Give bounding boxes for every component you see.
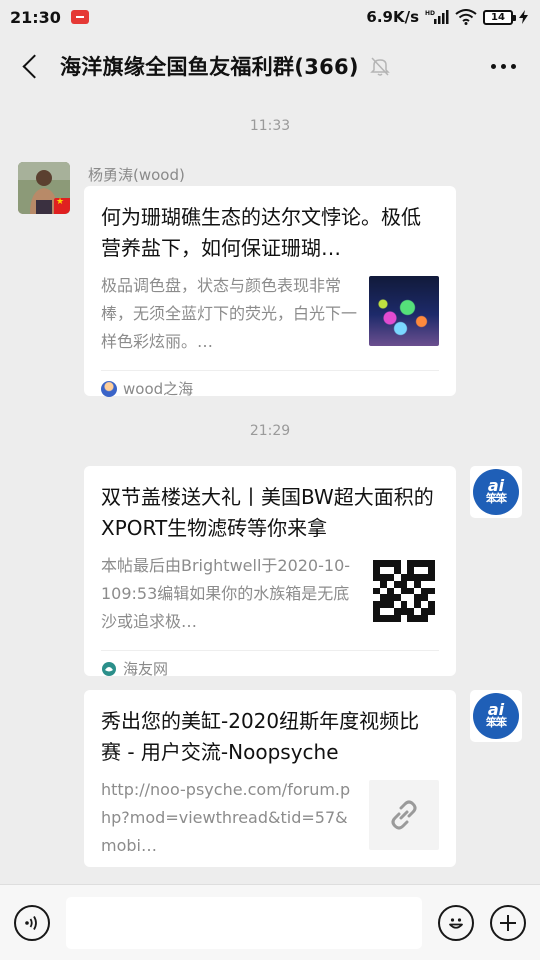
- qr-code-thumbnail: [369, 556, 439, 626]
- smiley-icon: [449, 917, 463, 929]
- charging-icon: [519, 10, 528, 24]
- signal-icon: HD: [425, 10, 449, 24]
- wifi-icon: [455, 9, 477, 25]
- card-title: 秀出您的美缸-2020纽斯年度视频比赛 - 用户交流-Noopsyche: [101, 709, 420, 764]
- mute-bell-icon: [370, 57, 390, 76]
- ai-logo-text: ai: [487, 476, 505, 495]
- voice-icon: [25, 915, 37, 930]
- net-speed: 6.9K/s: [366, 8, 419, 26]
- card-title: 何为珊瑚礁生态的达尔文悖论。极低营养盐下，如何保证珊瑚…: [101, 205, 421, 260]
- ai-logo-subtext: 笨笨: [486, 716, 507, 729]
- add-button[interactable]: [490, 904, 526, 941]
- source-avatar-icon: [101, 380, 117, 397]
- voice-button[interactable]: [14, 904, 50, 941]
- link-card[interactable]: 秀出您的美缸-2020纽斯年度视频比赛 - 用户交流-Noopsyche htt…: [84, 690, 456, 867]
- avatar[interactable]: [18, 162, 70, 214]
- input-bar: [0, 884, 540, 960]
- avatar[interactable]: ai 笨笨: [470, 690, 522, 742]
- status-bar: 21:30 6.9K/s HD 14: [0, 0, 540, 34]
- coral-reef-thumbnail: [369, 276, 439, 346]
- timestamp: 11:33: [249, 118, 291, 134]
- card-description: 极品调色盘，状态与颜色表现非常棒，无须全蓝灯下的荧光，白光下一样色彩炫丽。…: [101, 276, 358, 351]
- card-title: 双节盖楼送大礼丨美国BW超大面积的XPORT生物滤砖等你来拿: [101, 485, 434, 540]
- source-name: 海友网: [123, 660, 169, 678]
- card-source: wood之海: [101, 370, 439, 406]
- battery-icon: 14: [483, 9, 516, 25]
- status-time: 21:30: [10, 7, 61, 27]
- battery-level: 14: [491, 11, 505, 23]
- china-flag-icon: [54, 197, 70, 214]
- card-body: http://noo-psyche.com/forum.php?mod=view…: [101, 776, 439, 860]
- chat-header: 海洋旗缘全国鱼友福利群(366): [0, 34, 540, 98]
- message-input[interactable]: [66, 896, 422, 949]
- ai-logo-text: ai: [487, 700, 505, 719]
- avatar[interactable]: ai 笨笨: [470, 466, 522, 518]
- card-body: 极品调色盘，状态与颜色表现非常棒，无须全蓝灯下的荧光，白光下一样色彩炫丽。…: [101, 272, 439, 356]
- more-options-button[interactable]: [485, 58, 522, 75]
- ai-logo-icon: ai 笨笨: [473, 469, 519, 515]
- link-card[interactable]: 双节盖楼送大礼丨美国BW超大面积的XPORT生物滤砖等你来拿 本帖最后由Brig…: [84, 466, 456, 678]
- sender-name: 杨勇涛(wood): [88, 166, 185, 184]
- ai-logo-subtext: 笨笨: [486, 492, 507, 505]
- card-source: 海友网: [101, 650, 439, 686]
- card-description: 本帖最后由Brightwell于2020-10-109:53编辑如果你的水族箱是…: [101, 556, 351, 631]
- plus-icon: [500, 914, 516, 931]
- link-card[interactable]: 何为珊瑚礁生态的达尔文悖论。极低营养盐下，如何保证珊瑚… 极品调色盘，状态与颜色…: [84, 186, 456, 398]
- card-description: http://noo-psyche.com/forum.php?mod=view…: [101, 780, 351, 855]
- status-right: 6.9K/s HD 14: [366, 8, 528, 26]
- link-icon: [391, 800, 417, 830]
- emoji-button[interactable]: [438, 904, 474, 941]
- source-name: wood之海: [123, 380, 194, 398]
- hd-label: HD: [425, 10, 435, 17]
- site-logo-icon: [102, 661, 116, 676]
- link-thumbnail: [369, 780, 439, 850]
- timestamp: 21:29: [249, 423, 291, 439]
- chat-title: 海洋旗缘全国鱼友福利群(366): [60, 55, 359, 79]
- notification-icon: [70, 10, 89, 24]
- back-button[interactable]: [18, 51, 44, 81]
- card-body: 本帖最后由Brightwell于2020-10-109:53编辑如果你的水族箱是…: [101, 552, 439, 636]
- ai-logo-icon: ai 笨笨: [473, 693, 519, 739]
